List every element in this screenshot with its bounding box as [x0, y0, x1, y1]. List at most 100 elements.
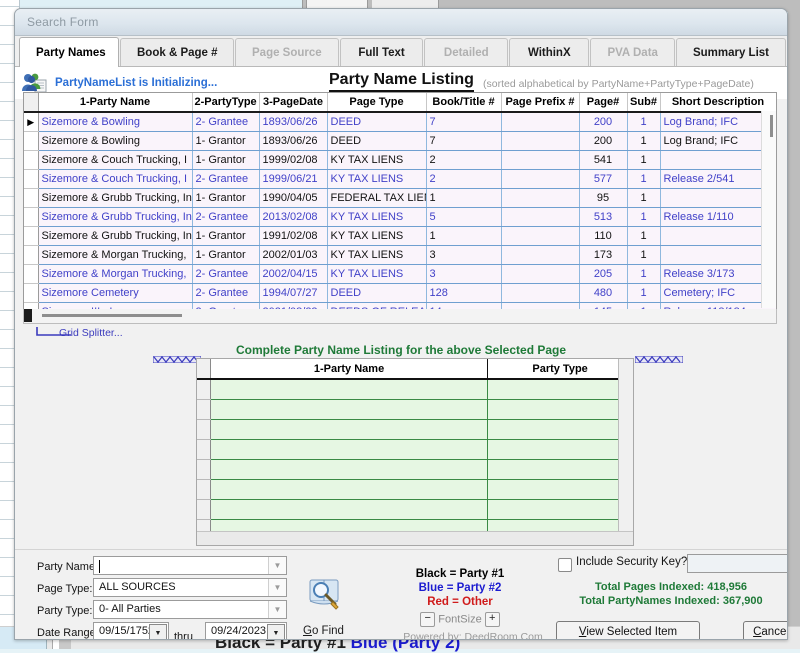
page-type-select[interactable]: ALL SOURCES ▼: [93, 578, 287, 597]
detail-row[interactable]: [197, 419, 633, 440]
grid-horizontal-scrollbar[interactable]: [23, 309, 777, 324]
chevron-down-icon[interactable]: ▼: [268, 579, 286, 596]
row-selector-cell[interactable]: [24, 226, 39, 246]
tab-summary-list[interactable]: Summary List: [675, 38, 786, 66]
font-size-increase-button[interactable]: +: [484, 612, 500, 627]
row-selector-cell[interactable]: [24, 131, 39, 151]
detail-row-selector-cell[interactable]: [197, 399, 211, 420]
table-row[interactable]: Sizemore Cemetery 2- Grantee 1994/07/27 DEE…: [24, 283, 776, 303]
font-size-label: FontSize: [438, 613, 482, 626]
detail-row-selector-cell[interactable]: [197, 419, 211, 440]
grid-horizontal-scroll-thumb[interactable]: [42, 314, 182, 317]
party-type-select[interactable]: 0- All Parties ▼: [93, 600, 287, 619]
column-header-1-party-name[interactable]: 1-Party Name: [38, 93, 193, 113]
table-row[interactable]: Sizemore & Couch Trucking, I 1- Grantor 19…: [24, 150, 776, 170]
detail-row[interactable]: [197, 379, 633, 400]
row-selector-cell[interactable]: [24, 283, 39, 303]
detail-vertical-scrollbar[interactable]: [618, 359, 633, 545]
column-header-book-title[interactable]: Book/Title #: [426, 93, 502, 113]
row-selector-cell[interactable]: [24, 169, 39, 189]
detail-row[interactable]: [197, 399, 633, 420]
detail-cell: [210, 499, 489, 520]
date-from-input[interactable]: 09/15/1752 ▼: [93, 622, 169, 639]
column-header-page[interactable]: Page#: [579, 93, 628, 113]
detail-left-resize-grip[interactable]: [153, 356, 201, 363]
detail-right-resize-grip[interactable]: [635, 356, 683, 363]
table-cell-book-title: 7: [426, 112, 502, 132]
detail-row[interactable]: [197, 479, 633, 500]
go-find-button[interactable]: Go Find: [303, 625, 344, 637]
view-selected-item-button[interactable]: View Selected Item: [556, 621, 700, 639]
detail-row[interactable]: [197, 459, 633, 480]
table-row[interactable]: Sizemore & Bowling 1- Grantor 1893/06/26 DE…: [24, 131, 776, 151]
detail-column-header-party-type[interactable]: Party Type: [487, 359, 633, 380]
font-size-decrease-button[interactable]: −: [420, 612, 436, 627]
legend-party2: Blue = Party #2: [418, 582, 502, 594]
detail-party-grid[interactable]: 1-Party Name Party Type: [196, 358, 634, 546]
table-cell-3-pagedate: 1893/06/26: [259, 131, 328, 151]
column-header-page-type[interactable]: Page Type: [327, 93, 427, 113]
table-cell-3-pagedate: 1990/04/05: [259, 188, 328, 208]
column-header-short-description[interactable]: Short Description: [660, 93, 776, 113]
column-header-page-prefix[interactable]: Page Prefix #: [501, 93, 580, 113]
security-key-input[interactable]: [687, 554, 787, 573]
table-cell-1-party-name: Sizemore & Grubb Trucking, In: [38, 188, 193, 208]
table-row[interactable]: Sizemore & Morgan Trucking, 1- Grantor 200…: [24, 245, 776, 265]
table-cell-page: 95: [579, 188, 628, 208]
table-cell-book-title: 3: [426, 264, 502, 284]
row-selector-cell[interactable]: [24, 188, 39, 208]
detail-row-selector-cell[interactable]: [197, 499, 211, 520]
chevron-down-icon[interactable]: ▼: [149, 624, 167, 639]
row-selector-cell[interactable]: [24, 264, 39, 284]
table-row[interactable]: ▶ Sizemore & Bowling 2- Grantee 1893/06/26 D…: [24, 112, 776, 132]
column-header-2-partytype[interactable]: 2-PartyType: [192, 93, 260, 113]
row-selector-cell[interactable]: [24, 207, 39, 227]
party-name-results-grid[interactable]: 1-Party Name 2-PartyType 3-PageDate Page Ty…: [23, 92, 777, 310]
include-security-key-checkbox[interactable]: [558, 558, 572, 572]
detail-row-selector-cell[interactable]: [197, 379, 211, 400]
table-cell-page-type: KY TAX LIENS: [327, 150, 427, 170]
table-row[interactable]: Sizemore & Couch Trucking, I 2- Grantee 19…: [24, 169, 776, 189]
row-selector-cell[interactable]: [24, 245, 39, 265]
tab-withinx[interactable]: WithinX: [509, 38, 590, 66]
detail-row-selector-cell[interactable]: [197, 439, 211, 460]
window-titlebar[interactable]: Search Form: [15, 9, 787, 36]
table-cell-2-partytype: 2- Grantee: [192, 112, 260, 132]
grid-vertical-scroll-thumb[interactable]: [770, 115, 773, 137]
chevron-down-icon[interactable]: ▼: [268, 601, 286, 618]
table-row[interactable]: Sizemore & Grubb Trucking, In 2- Grantee 2…: [24, 207, 776, 227]
detail-cell: [487, 419, 633, 440]
party-type-value: 0- All Parties: [99, 603, 161, 615]
table-cell-book-title: 3: [426, 245, 502, 265]
grid-vertical-scrollbar[interactable]: [761, 111, 776, 308]
tab-book-page[interactable]: Book & Page #: [120, 38, 234, 66]
chevron-down-icon[interactable]: ▼: [268, 557, 286, 574]
row-selector-cell[interactable]: ▶: [24, 112, 39, 132]
column-header-sub[interactable]: Sub#: [627, 93, 661, 113]
table-cell-2-partytype: 1- Grantor: [192, 245, 260, 265]
detail-row[interactable]: [197, 499, 633, 520]
column-header-3-pagedate[interactable]: 3-PageDate: [259, 93, 328, 113]
detail-column-header-1-party-name[interactable]: 1-Party Name: [210, 359, 489, 380]
grid-scroll-corner: [24, 309, 32, 322]
table-row[interactable]: Sizemore & Grubb Trucking, In 1- Grantor 1…: [24, 188, 776, 208]
cancel-button[interactable]: Cancel: [743, 621, 787, 639]
tab-party-names[interactable]: Party Names: [19, 37, 119, 67]
background-row-line: [0, 6, 19, 7]
row-selector-cell[interactable]: [24, 150, 39, 170]
table-row[interactable]: Sizemore & Grubb Trucking, In 1- Grantor 1…: [24, 226, 776, 246]
table-cell-3-pagedate: 1994/07/27: [259, 283, 328, 303]
detail-row-selector-cell[interactable]: [197, 459, 211, 480]
date-to-input[interactable]: 09/24/2023 ▼: [205, 622, 287, 639]
table-cell-3-pagedate: 1893/06/26: [259, 112, 328, 132]
tab-page-source: Page Source: [235, 38, 339, 66]
tab-full-text[interactable]: Full Text: [339, 38, 424, 66]
detail-row[interactable]: [197, 439, 633, 460]
party-name-input[interactable]: ▼: [93, 556, 287, 575]
detail-row-selector-cell[interactable]: [197, 479, 211, 500]
table-cell-page-type: KY TAX LIENS: [327, 169, 427, 189]
search-document-icon[interactable]: [304, 577, 344, 613]
table-cell-book-title: 1: [426, 188, 502, 208]
chevron-down-icon[interactable]: ▼: [267, 624, 285, 639]
table-row[interactable]: Sizemore & Morgan Trucking, 2- Grantee 200…: [24, 264, 776, 284]
